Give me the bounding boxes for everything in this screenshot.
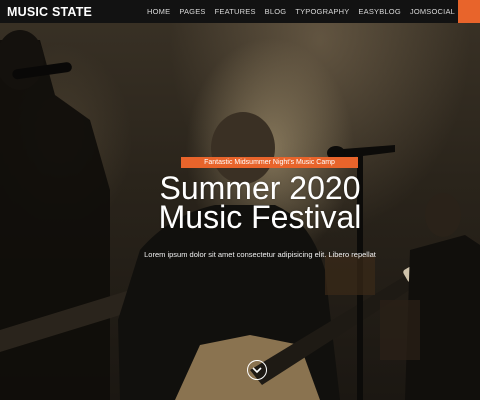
nav-item-home[interactable]: HOME xyxy=(147,7,170,16)
scroll-down-button[interactable] xyxy=(247,360,267,380)
hero-section: MUSIC STATE HOME PAGES FEATURES BLOG TYP… xyxy=(0,0,480,400)
nav-item-jomsocial[interactable]: JOMSOCIAL xyxy=(410,7,455,16)
nav-item-features[interactable]: FEATURES xyxy=(215,7,256,16)
event-badge: Fantastic Midsummer Night's Music Camp xyxy=(181,157,358,168)
hero-title-line-2: Music Festival xyxy=(158,199,362,235)
site-logo[interactable]: MUSIC STATE xyxy=(7,5,92,19)
chevron-down-icon xyxy=(252,366,262,373)
hero-title: Summer 2020 Music Festival xyxy=(0,172,480,235)
menu-icon xyxy=(469,11,470,12)
top-navbar: MUSIC STATE HOME PAGES FEATURES BLOG TYP… xyxy=(0,0,480,23)
hero-description: Lorem ipsum dolor sit amet consectetur a… xyxy=(144,250,376,259)
main-menu: HOME PAGES FEATURES BLOG TYPOGRAPHY EASY… xyxy=(147,7,455,16)
nav-item-pages[interactable]: PAGES xyxy=(179,7,205,16)
nav-item-easyblog[interactable]: EASYBLOG xyxy=(358,7,400,16)
nav-item-blog[interactable]: BLOG xyxy=(265,7,287,16)
menu-toggle-button[interactable] xyxy=(458,0,480,23)
nav-item-typography[interactable]: TYPOGRAPHY xyxy=(295,7,349,16)
